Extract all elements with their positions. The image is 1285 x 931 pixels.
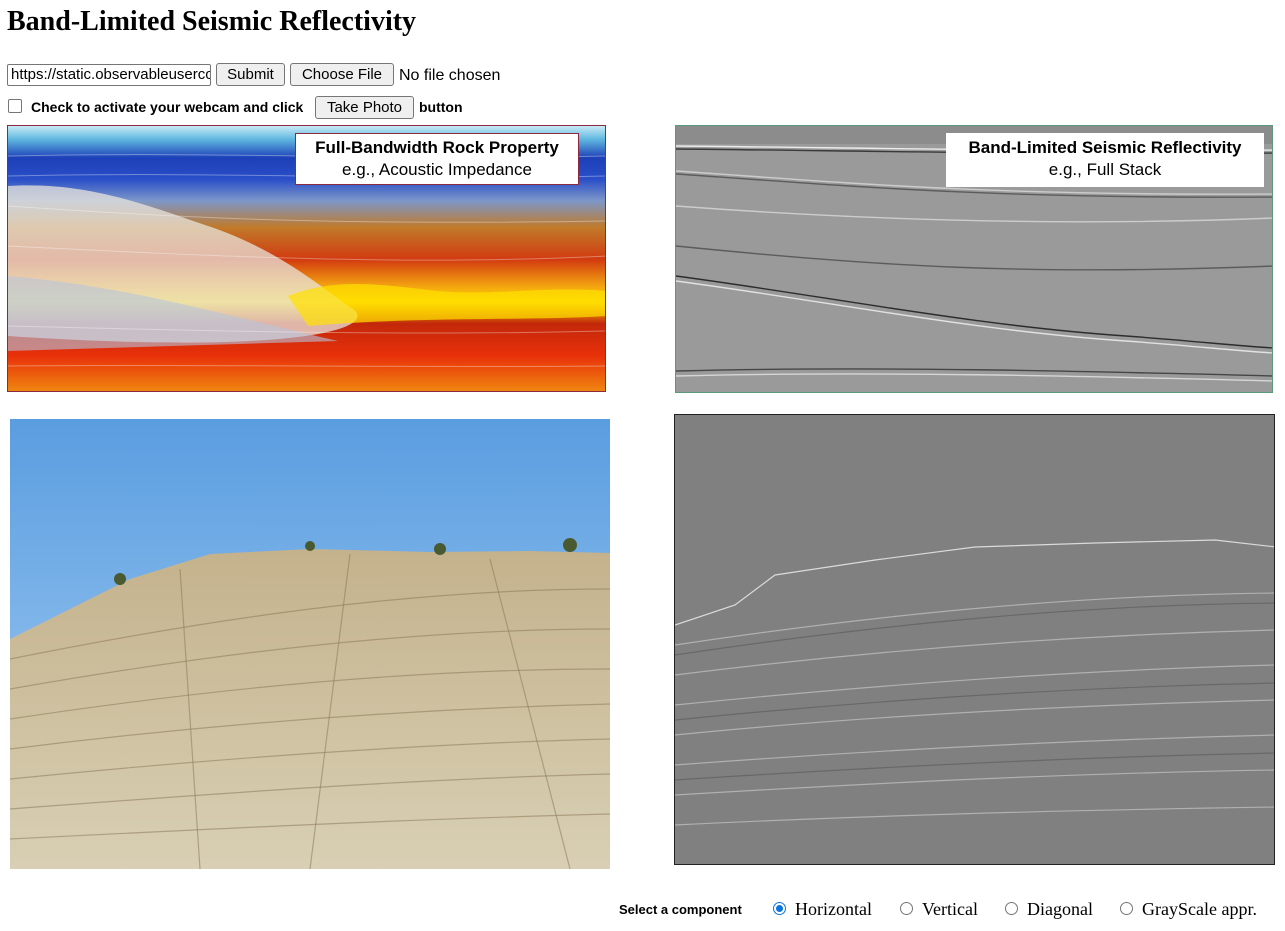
reflectivity-image: Band-Limited Seismic Reflectivity e.g., … [675, 125, 1273, 393]
cliff-photo [10, 419, 610, 869]
radio-vertical-label: Vertical [922, 899, 978, 919]
take-photo-button[interactable]: Take Photo [315, 96, 414, 119]
radio-vertical[interactable] [900, 902, 913, 915]
reflectivity-subtitle: e.g., Full Stack [1048, 160, 1162, 179]
webcam-label: Check to activate your webcam and click [31, 99, 304, 115]
image-url-input[interactable]: https://static.observableusercontent.com [7, 64, 211, 86]
rock-property-image: Full-Bandwidth Rock Property e.g., Acous… [7, 125, 606, 392]
filtered-output-image [674, 414, 1275, 865]
button-suffix-text: button [419, 99, 463, 115]
reflectivity-legend: Band-Limited Seismic Reflectivity e.g., … [946, 133, 1264, 187]
radio-horizontal[interactable] [773, 902, 786, 915]
page-title: Band-Limited Seismic Reflectivity [7, 6, 417, 37]
radio-grayscale[interactable] [1120, 902, 1133, 915]
radio-horizontal-label: Horizontal [795, 899, 872, 919]
rock-property-subtitle: e.g., Acoustic Impedance [342, 160, 532, 179]
rock-property-legend: Full-Bandwidth Rock Property e.g., Acous… [295, 133, 579, 185]
component-selector-label: Select a component [619, 902, 742, 917]
webcam-checkbox[interactable] [8, 99, 22, 113]
radio-diagonal[interactable] [1005, 902, 1018, 915]
rock-property-title: Full-Bandwidth Rock Property [315, 138, 559, 157]
file-status-text: No file chosen [399, 67, 501, 84]
radio-grayscale-label: GrayScale appr. [1142, 899, 1257, 919]
submit-button[interactable]: Submit [216, 63, 285, 86]
choose-file-button[interactable]: Choose File [290, 63, 394, 86]
reflectivity-title: Band-Limited Seismic Reflectivity [968, 138, 1242, 157]
radio-diagonal-label: Diagonal [1027, 899, 1093, 919]
